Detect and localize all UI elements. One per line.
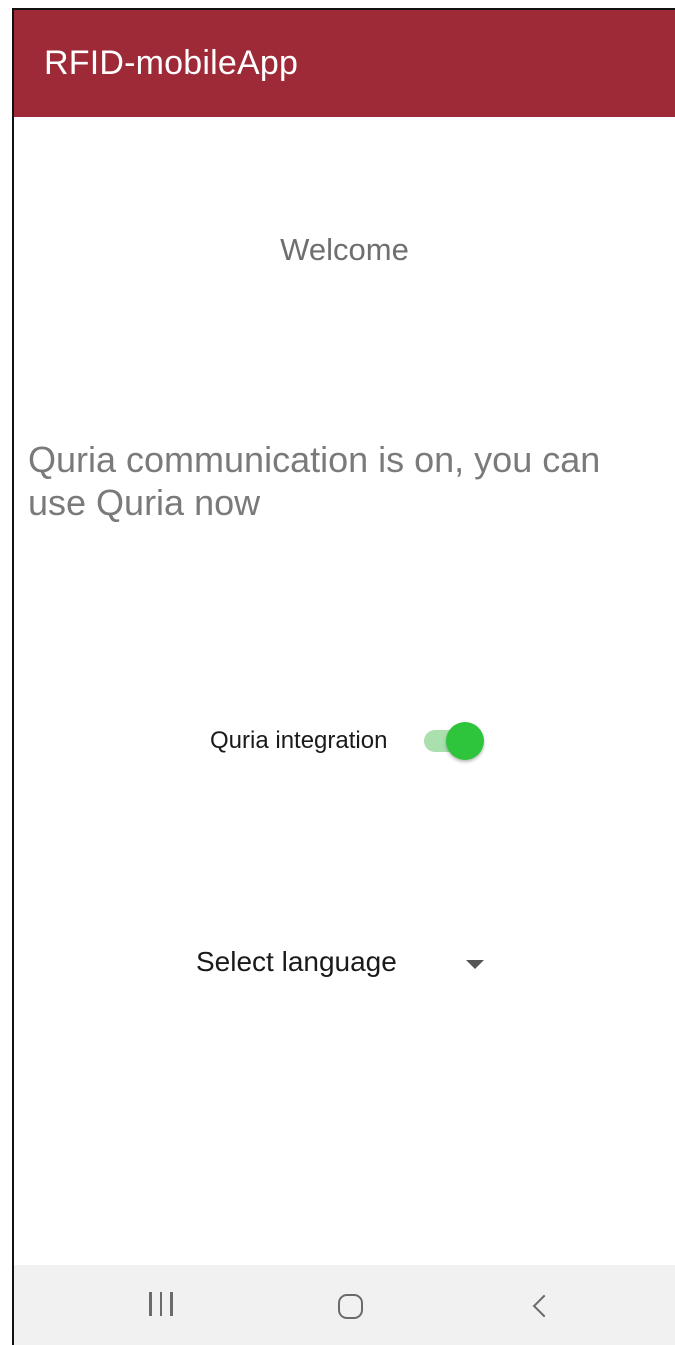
system-nav-bar xyxy=(14,1265,675,1345)
app-screen: RFID-mobileApp Welcome Quria communicati… xyxy=(12,8,675,1345)
integration-row: Quria integration xyxy=(14,716,675,766)
status-message: Quria communication is on, you can use Q… xyxy=(28,439,601,523)
recents-button[interactable] xyxy=(131,1279,191,1333)
integration-label: Quria integration xyxy=(210,727,388,754)
dropdown-arrow-icon xyxy=(466,960,484,969)
back-button[interactable] xyxy=(510,1279,570,1333)
app-title: RFID-mobileApp xyxy=(44,44,299,82)
language-dropdown[interactable]: Select language xyxy=(184,940,504,990)
home-icon xyxy=(337,1293,363,1319)
back-icon xyxy=(532,1294,556,1318)
recents-icon xyxy=(145,1291,177,1321)
welcome-text: Welcome xyxy=(280,232,409,267)
app-bar: RFID-mobileApp xyxy=(14,10,675,117)
quria-integration-toggle[interactable] xyxy=(424,716,488,766)
language-dropdown-label: Select language xyxy=(196,946,397,977)
toggle-thumb xyxy=(446,722,484,760)
home-button[interactable] xyxy=(320,1279,380,1333)
